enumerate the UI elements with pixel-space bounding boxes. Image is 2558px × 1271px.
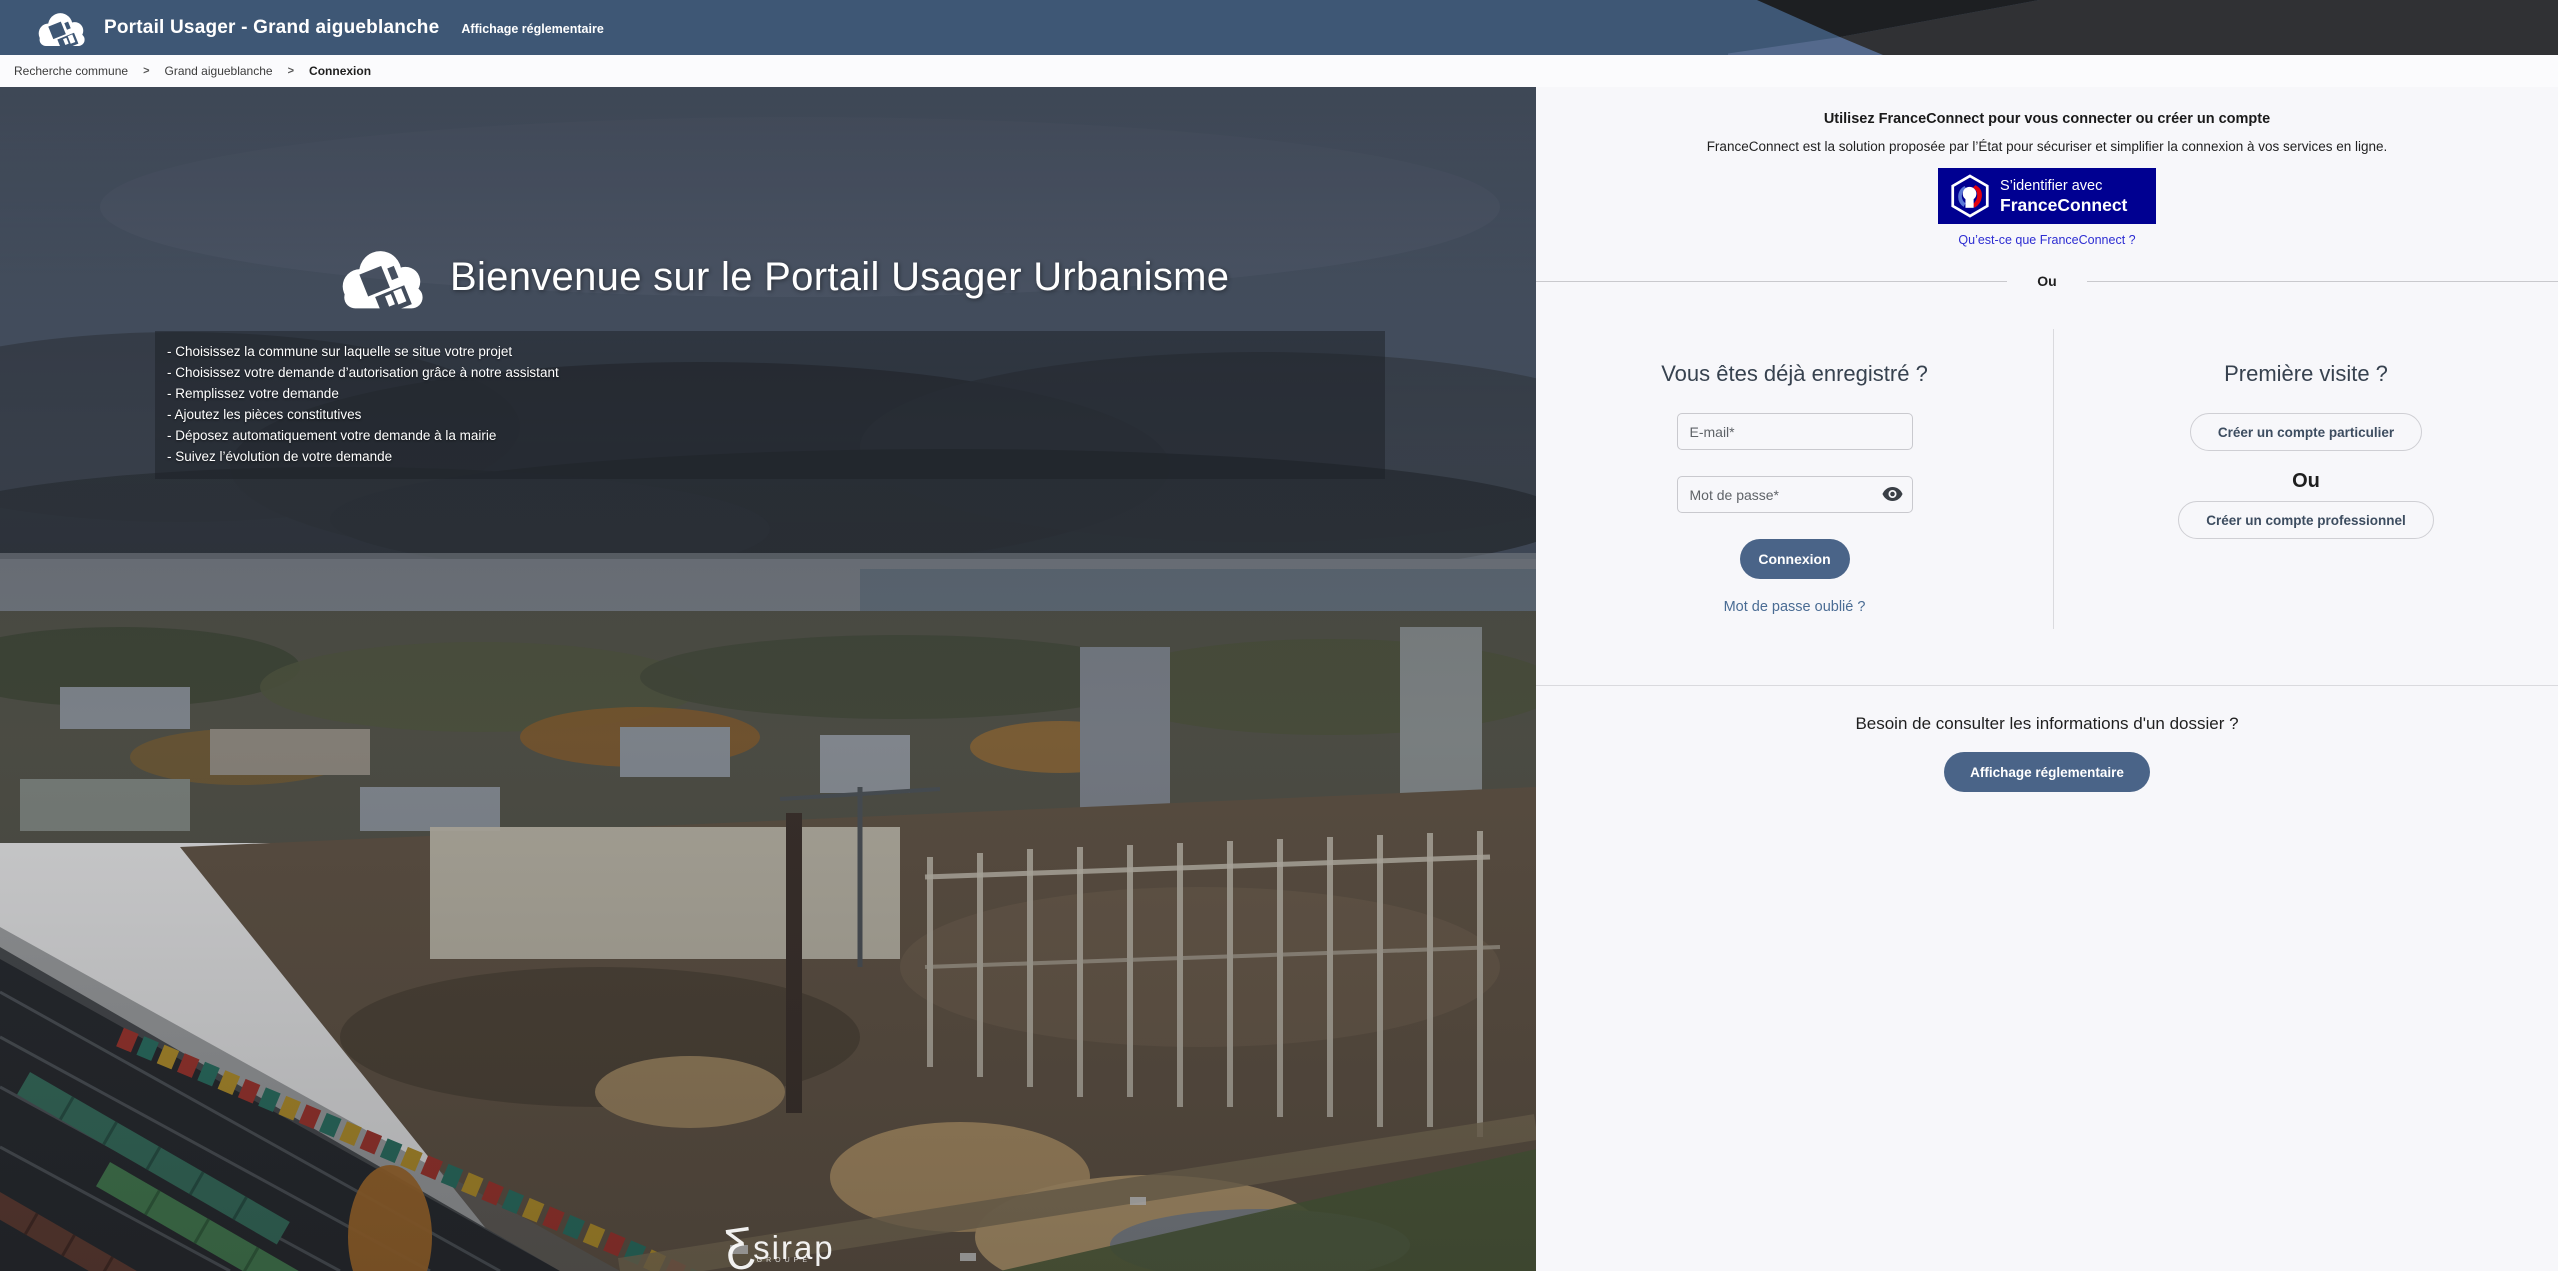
app-header: Portail Usager - Grand aigueblanche Affi… [0, 0, 2558, 55]
sirap-logo: Ʒ sirap GROUPE [725, 1225, 811, 1263]
breadcrumb-item-grand-aigueblanche[interactable]: Grand aigueblanche [165, 64, 273, 78]
franceconnect-button[interactable]: S’identifier avec FranceConnect [1938, 168, 2156, 224]
step-item: - Choisissez la commune sur laquelle se … [167, 341, 1373, 362]
franceconnect-button-label: S’identifier avec FranceConnect [2000, 178, 2127, 215]
dossier-heading: Besoin de consulter les informations d'u… [1536, 714, 2558, 734]
signup-or-label: Ou [2292, 469, 2320, 493]
login-heading: Vous êtes déjà enregistré ? [1661, 361, 1928, 387]
step-item: - Choisissez votre demande d’autorisatio… [167, 362, 1373, 383]
password-input[interactable] [1677, 476, 1913, 513]
signup-heading: Première visite ? [2224, 361, 2388, 387]
hero-title: Bienvenue sur le Portail Usager Urbanism… [450, 255, 1229, 300]
step-item: - Ajoutez les pièces constitutives [167, 404, 1373, 425]
cloud-house-hero-icon [338, 237, 432, 317]
chevron-right-icon: > [143, 65, 149, 77]
divider-line [2087, 281, 2558, 282]
breadcrumb-item-connexion: Connexion [309, 64, 371, 78]
hero-steps-box: - Choisissez la commune sur laquelle se … [155, 331, 1385, 479]
franceconnect-section: Utilisez FranceConnect pour vous connect… [1536, 111, 2558, 249]
divider-line [1536, 281, 2007, 282]
franceconnect-info-link[interactable]: Qu’est-ce que FranceConnect ? [1958, 233, 2135, 247]
login-panel: Utilisez FranceConnect pour vous connect… [1536, 87, 2558, 1271]
breadcrumb-item-recherche-commune[interactable]: Recherche commune [14, 64, 128, 78]
marianne-icon [1950, 174, 1990, 218]
step-item: - Suivez l’évolution de votre demande [167, 446, 1373, 467]
hero-brand: Bienvenue sur le Portail Usager Urbanism… [338, 237, 1229, 317]
step-item: - Remplissez votre demande [167, 383, 1373, 404]
breadcrumb: Recherche commune > Grand aigueblanche >… [0, 55, 2558, 87]
step-item: - Déposez automatiquement votre demande … [167, 425, 1373, 446]
forgot-password-link[interactable]: Mot de passe oublié ? [1724, 599, 1866, 615]
affichage-reglementaire-button[interactable]: Affichage réglementaire [1944, 752, 2150, 792]
hero-section: Bienvenue sur le Portail Usager Urbanism… [0, 87, 1536, 1271]
signup-column: Première visite ? Créer un compte partic… [2054, 329, 2558, 629]
section-divider [1536, 685, 2558, 686]
header-affichage-link[interactable]: Affichage réglementaire [461, 22, 603, 36]
create-particular-account-button[interactable]: Créer un compte particulier [2190, 413, 2422, 451]
header-decoration [1728, 0, 2558, 55]
franceconnect-description: FranceConnect est la solution proposée p… [1536, 139, 2558, 154]
connexion-button[interactable]: Connexion [1740, 539, 1850, 579]
auth-columns: Vous êtes déjà enregistré ? Connexion Mo… [1536, 329, 2558, 629]
or-divider: Ou [1536, 273, 2558, 289]
or-divider-label: Ou [2037, 273, 2056, 289]
eye-icon[interactable] [1882, 486, 1903, 502]
cloud-house-logo-icon [36, 5, 90, 51]
franceconnect-heading: Utilisez FranceConnect pour vous connect… [1536, 111, 2558, 127]
login-column: Vous êtes déjà enregistré ? Connexion Mo… [1536, 329, 2053, 629]
create-professional-account-button[interactable]: Créer un compte professionnel [2178, 501, 2434, 539]
email-input[interactable] [1677, 413, 1913, 450]
sirap-glyph-icon: Ʒ [723, 1223, 756, 1265]
app-title: Portail Usager - Grand aigueblanche [104, 17, 439, 39]
chevron-right-icon: > [288, 65, 294, 77]
